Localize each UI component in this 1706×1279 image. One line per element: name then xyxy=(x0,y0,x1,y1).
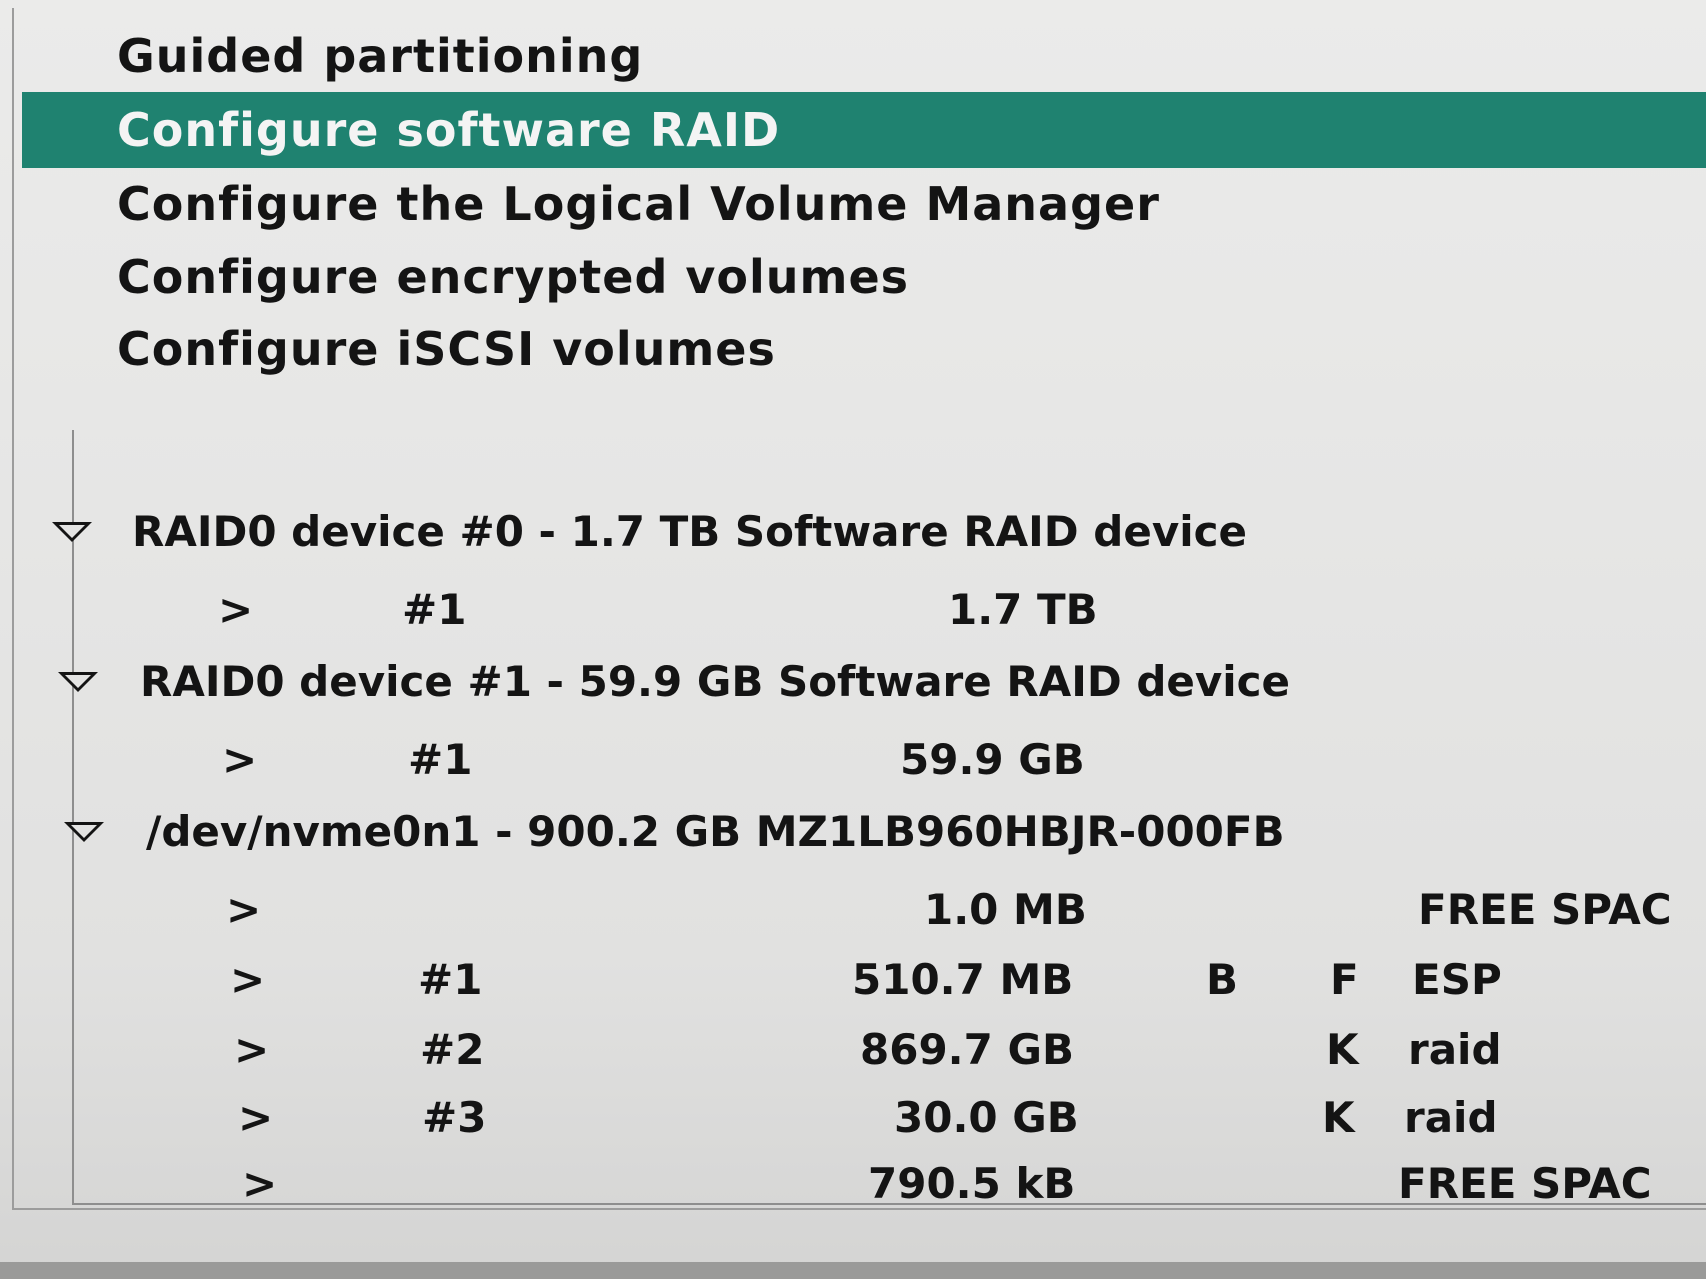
partition-row[interactable]: > #1 510.7 MB B F ESP xyxy=(0,948,1706,1012)
partition-size: 1.7 TB xyxy=(948,585,1098,634)
expand-arrow-icon[interactable]: > xyxy=(226,878,261,942)
partition-type: FREE SPAC xyxy=(1398,1159,1652,1208)
partition-number: #2 xyxy=(420,1025,485,1074)
menu-item-configure-software-raid[interactable]: Configure software RAID xyxy=(22,92,1706,168)
menu-item-configure-encrypted-volumes[interactable]: Configure encrypted volumes xyxy=(22,239,1706,315)
menu-item-guided-partitioning[interactable]: Guided partitioning xyxy=(22,18,1706,94)
menu-item-configure-lvm[interactable]: Configure the Logical Volume Manager xyxy=(22,166,1706,242)
expand-arrow-icon[interactable]: > xyxy=(230,948,265,1012)
expand-arrow-icon[interactable]: > xyxy=(222,728,257,792)
menu-item-label: Configure iSCSI volumes xyxy=(117,322,776,376)
expand-arrow-icon[interactable]: > xyxy=(238,1086,273,1150)
partition-type: FREE SPAC xyxy=(1418,885,1672,934)
menu-item-label: Configure the Logical Volume Manager xyxy=(117,177,1160,231)
partition-number: #1 xyxy=(418,955,483,1004)
device-row-nvme0n1[interactable]: /dev/nvme0n1 - 900.2 GB MZ1LB960HBJR-000… xyxy=(0,800,1706,864)
partition-number: #3 xyxy=(422,1093,487,1142)
expand-arrow-icon[interactable]: > xyxy=(234,1018,269,1082)
partition-flag-keep: K xyxy=(1326,1025,1359,1074)
partition-size: 30.0 GB xyxy=(894,1093,1079,1142)
partition-size: 790.5 kB xyxy=(868,1159,1076,1208)
partition-type: raid xyxy=(1408,1025,1502,1074)
partition-row[interactable]: > #1 59.9 GB xyxy=(0,728,1706,792)
partition-type: ESP xyxy=(1412,955,1502,1004)
menu-item-label: Configure encrypted volumes xyxy=(117,250,910,304)
collapse-triangle-icon[interactable] xyxy=(58,672,98,692)
partition-row[interactable]: > #3 30.0 GB K raid xyxy=(0,1086,1706,1150)
partition-size: 510.7 MB xyxy=(852,955,1074,1004)
menu-item-label: Guided partitioning xyxy=(117,29,644,83)
device-title: RAID0 device #0 - 1.7 TB Software RAID d… xyxy=(132,507,1247,556)
menu-item-label: Configure software RAID xyxy=(117,103,781,157)
partition-row[interactable]: > #1 1.7 TB xyxy=(0,578,1706,642)
menu-item-configure-iscsi-volumes[interactable]: Configure iSCSI volumes xyxy=(22,311,1706,387)
device-row-raid0-0[interactable]: RAID0 device #0 - 1.7 TB Software RAID d… xyxy=(0,500,1706,564)
device-title: RAID0 device #1 - 59.9 GB Software RAID … xyxy=(140,657,1291,706)
partition-number: #1 xyxy=(402,585,467,634)
installer-screen: Guided partitioning Configure software R… xyxy=(0,0,1706,1279)
device-row-raid0-1[interactable]: RAID0 device #1 - 59.9 GB Software RAID … xyxy=(0,650,1706,714)
partition-size: 59.9 GB xyxy=(900,735,1085,784)
device-title: /dev/nvme0n1 - 900.2 GB MZ1LB960HBJR-000… xyxy=(146,807,1285,856)
partition-number: #1 xyxy=(408,735,473,784)
partition-size: 1.0 MB xyxy=(924,885,1087,934)
expand-arrow-icon[interactable]: > xyxy=(242,1152,277,1216)
partition-type: raid xyxy=(1404,1093,1498,1142)
bottom-bar xyxy=(0,1262,1706,1279)
expand-arrow-icon[interactable]: > xyxy=(218,578,253,642)
partition-row[interactable]: > 790.5 kB FREE SPAC xyxy=(0,1152,1706,1216)
partition-flag-keep: K xyxy=(1322,1093,1355,1142)
partition-row[interactable]: > 1.0 MB FREE SPAC xyxy=(0,878,1706,942)
collapse-triangle-icon[interactable] xyxy=(64,822,104,842)
collapse-triangle-icon[interactable] xyxy=(52,522,92,542)
partition-row[interactable]: > #2 869.7 GB K raid xyxy=(0,1018,1706,1082)
partition-size: 869.7 GB xyxy=(860,1025,1074,1074)
partition-flag-format: F xyxy=(1330,955,1359,1004)
partition-flag-bootable: B xyxy=(1206,955,1239,1004)
